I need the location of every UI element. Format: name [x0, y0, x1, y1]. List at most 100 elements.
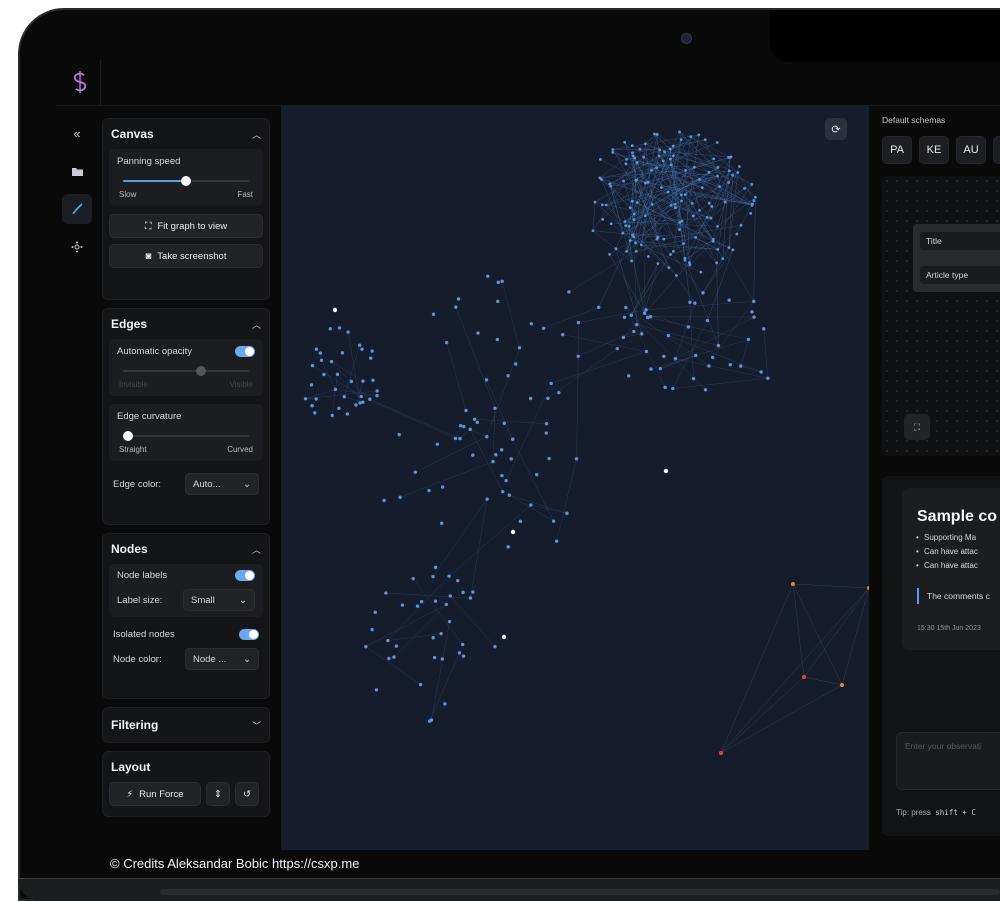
graph-node[interactable] — [624, 162, 628, 166]
graph-node[interactable] — [624, 305, 628, 310]
graph-node[interactable] — [701, 291, 705, 295]
edge-color-select[interactable]: Auto... ⌄ — [185, 473, 259, 495]
graph-node[interactable] — [310, 363, 315, 368]
graph-node[interactable] — [700, 186, 704, 189]
graph-node[interactable] — [731, 248, 735, 252]
schema-field-title[interactable]: Title — [920, 232, 1000, 250]
graph-node[interactable] — [375, 394, 379, 398]
graph-node[interactable] — [464, 408, 468, 413]
graph-node[interactable] — [653, 132, 656, 136]
graph-node[interactable] — [679, 138, 683, 141]
graph-node[interactable] — [370, 627, 374, 632]
graph-node[interactable] — [433, 565, 438, 570]
graph-node[interactable] — [611, 148, 615, 151]
graph-node[interactable] — [476, 331, 480, 335]
chevron-up-icon[interactable]: ︿ — [252, 318, 261, 331]
graph-node[interactable] — [447, 619, 452, 624]
graph-node[interactable] — [342, 395, 346, 399]
graph-node[interactable] — [705, 318, 710, 323]
folder-icon[interactable] — [62, 156, 92, 186]
slider-knob[interactable] — [123, 431, 133, 441]
graph-node[interactable] — [413, 470, 417, 474]
graph-node[interactable] — [668, 147, 672, 151]
graph-node[interactable] — [683, 258, 687, 262]
highlighted-node[interactable] — [791, 582, 795, 586]
graph-node[interactable] — [625, 157, 629, 161]
graph-node[interactable] — [444, 340, 449, 345]
graph-node[interactable] — [687, 261, 691, 265]
graph-node[interactable] — [728, 362, 732, 367]
graph-node[interactable] — [669, 163, 673, 167]
graph-node[interactable] — [634, 241, 637, 245]
graph-node[interactable] — [461, 654, 466, 658]
graph-node[interactable] — [382, 498, 386, 503]
graph-node[interactable] — [349, 379, 354, 384]
fit-graph-button[interactable]: ⛶ Fit graph to view — [109, 214, 263, 238]
graph-node[interactable] — [622, 315, 627, 319]
graph-node[interactable] — [644, 349, 649, 354]
graph-node[interactable] — [663, 385, 667, 390]
graph-node[interactable] — [759, 370, 763, 374]
graph-node[interactable] — [485, 435, 489, 439]
take-screenshot-button[interactable]: ◙ Take screenshot — [109, 244, 263, 268]
selected-node[interactable] — [510, 529, 516, 535]
graph-node[interactable] — [433, 599, 438, 603]
graph-node[interactable] — [693, 301, 697, 305]
graph-node[interactable] — [631, 154, 635, 158]
graph-node[interactable] — [615, 346, 619, 351]
graph-node[interactable] — [411, 577, 415, 581]
graph-node[interactable] — [462, 424, 466, 429]
graph-node[interactable] — [440, 485, 445, 489]
graph-node[interactable] — [752, 299, 756, 304]
graph-node[interactable] — [694, 353, 698, 358]
graph-node[interactable] — [337, 406, 341, 411]
graph-node[interactable] — [642, 155, 646, 159]
graph-node[interactable] — [506, 374, 510, 378]
graph-node[interactable] — [644, 181, 647, 185]
slider-knob[interactable] — [181, 176, 191, 186]
graph-node[interactable] — [643, 214, 647, 218]
graph-node[interactable] — [686, 325, 691, 329]
graph-node[interactable] — [635, 161, 639, 165]
graph-node[interactable] — [461, 590, 465, 595]
graph-node[interactable] — [703, 138, 707, 142]
graph-node[interactable] — [397, 432, 401, 437]
graph-node[interactable] — [655, 166, 658, 170]
highlighted-node[interactable] — [802, 675, 806, 679]
graph-node[interactable] — [567, 290, 571, 294]
highlighted-node[interactable] — [867, 586, 869, 590]
graph-node[interactable] — [456, 578, 460, 583]
graph-node[interactable] — [639, 243, 643, 247]
network-graph[interactable] — [281, 106, 869, 850]
graph-node[interactable] — [419, 600, 424, 604]
graph-node[interactable] — [749, 211, 753, 215]
reset-layout-button[interactable]: ↺ — [235, 782, 259, 806]
graph-node[interactable] — [345, 412, 350, 416]
graph-node[interactable] — [709, 216, 713, 220]
graph-node[interactable] — [625, 249, 629, 253]
graph-node[interactable] — [678, 228, 681, 231]
graph-node[interactable] — [518, 519, 523, 524]
graph-node[interactable] — [608, 252, 611, 256]
graph-node[interactable] — [593, 200, 597, 204]
graph-node[interactable] — [546, 396, 550, 401]
graph-node[interactable] — [689, 135, 693, 139]
graph-node[interactable] — [609, 184, 613, 188]
chevron-up-icon[interactable]: ︿ — [252, 543, 261, 556]
graph-node[interactable] — [486, 274, 490, 278]
graph-node[interactable] — [727, 156, 731, 159]
graph-node[interactable] — [544, 422, 549, 426]
graph-node[interactable] — [495, 337, 500, 342]
graph-node[interactable] — [697, 133, 701, 137]
graph-node[interactable] — [375, 389, 379, 393]
graph-node[interactable] — [712, 157, 716, 161]
graph-node[interactable] — [621, 231, 625, 235]
graph-node[interactable] — [649, 367, 653, 371]
graph-node[interactable] — [698, 178, 701, 181]
graph-node[interactable] — [454, 305, 458, 309]
graph-node[interactable] — [727, 298, 731, 302]
graph-node[interactable] — [501, 490, 505, 494]
isolated-nodes-toggle[interactable] — [239, 629, 259, 640]
graph-node[interactable] — [668, 157, 672, 161]
graph-node[interactable] — [628, 206, 632, 210]
